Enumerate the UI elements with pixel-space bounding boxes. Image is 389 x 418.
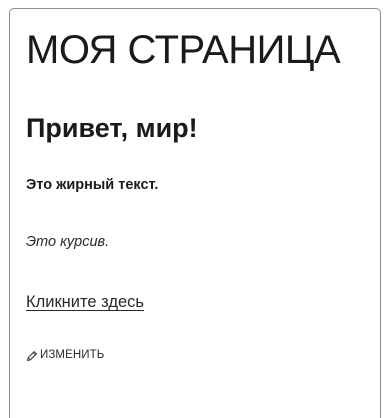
edit-label: ИЗМЕНИТЬ [40,349,105,362]
click-here-link[interactable]: Кликните здесь [26,294,144,311]
bold-text: Это жирный текст. [26,177,159,193]
edit-button[interactable]: ИЗМЕНИТЬ [26,350,104,362]
page-title: МОЯ СТРАНИЦА [26,28,341,72]
italic-text: Это курсив. [26,234,110,250]
pencil-icon [26,350,38,362]
heading: Привет, мир! [26,113,198,143]
